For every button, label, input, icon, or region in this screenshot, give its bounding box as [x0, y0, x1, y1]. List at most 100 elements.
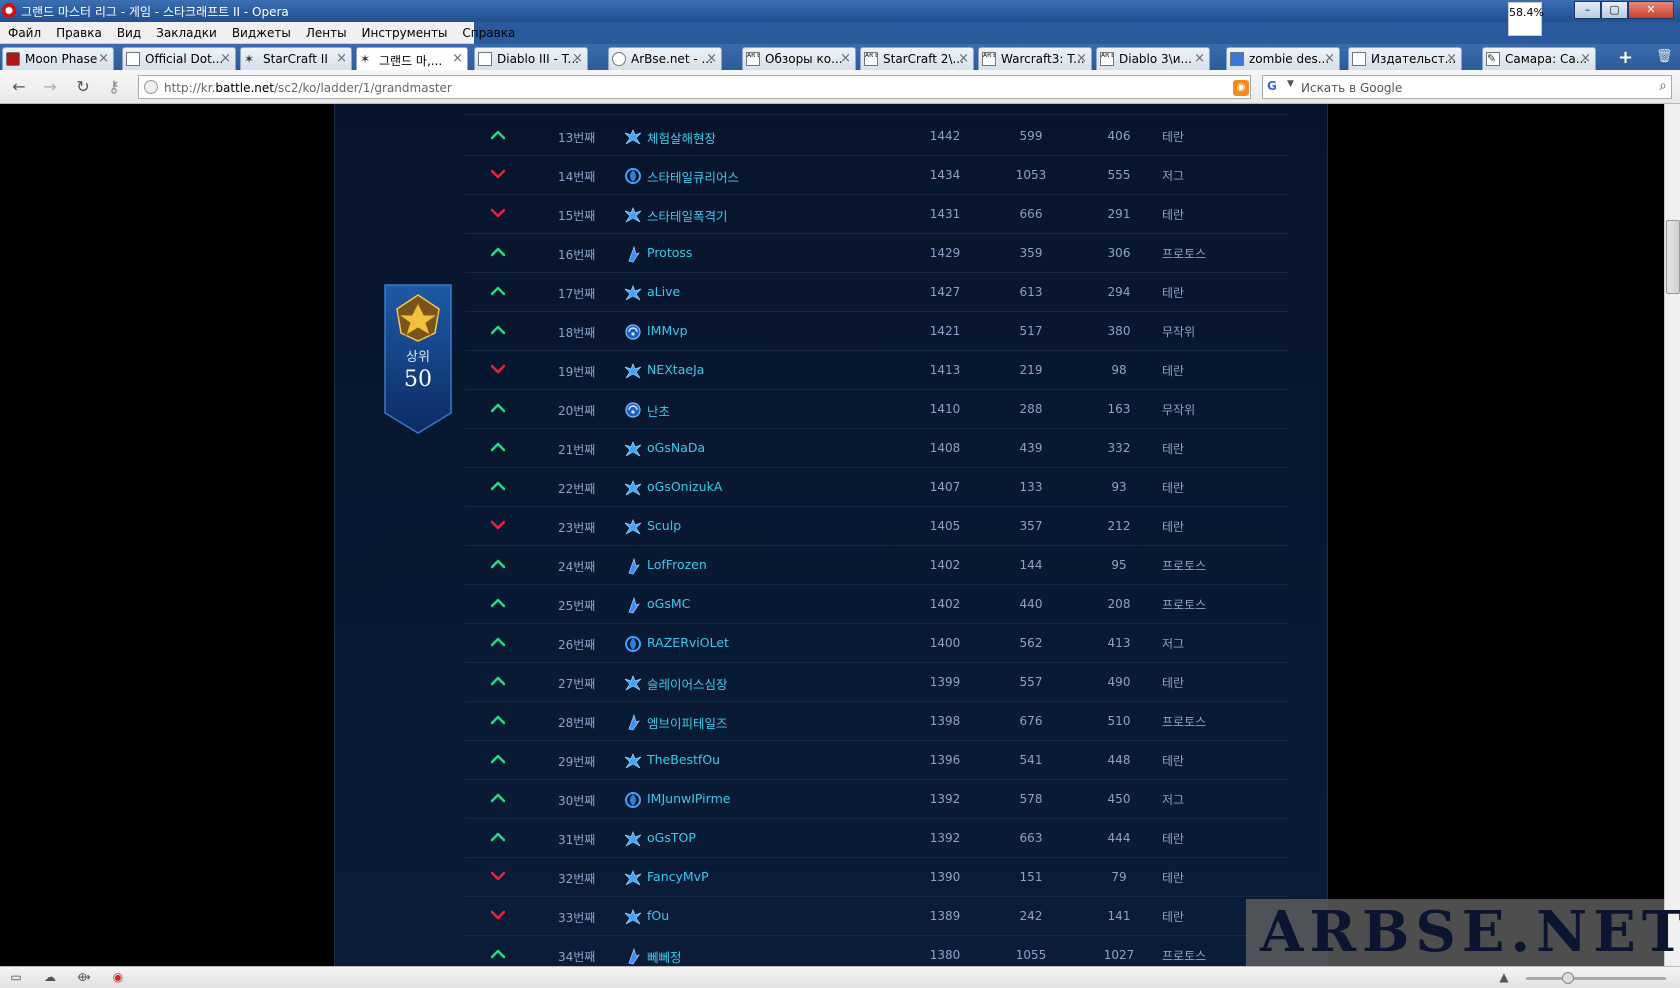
- zoom-slider-track[interactable]: [1526, 977, 1666, 980]
- tab-close-icon[interactable]: ×: [572, 51, 583, 66]
- search-field[interactable]: G ▼ Искать в Google ⌕: [1262, 75, 1672, 99]
- player-name-link[interactable]: 스타테일폭격기: [647, 206, 728, 225]
- player-name-link[interactable]: 뻬뻬정: [647, 947, 682, 966]
- menu-item-file[interactable]: Файл: [0, 22, 48, 43]
- key-icon[interactable]: ⚷: [104, 77, 124, 97]
- player-name-link[interactable]: RAZERviOLet: [647, 635, 729, 650]
- tab-close-icon[interactable]: ×: [1580, 51, 1591, 66]
- rank-cell: 13번째: [558, 131, 596, 145]
- menu-item-feeds[interactable]: Ленты: [298, 22, 354, 43]
- minimize-button[interactable]: –: [1574, 1, 1601, 19]
- player-name-link[interactable]: oGsMC: [647, 596, 690, 611]
- share-icon[interactable]: ⟴: [76, 970, 92, 986]
- player-name-link[interactable]: oGsTOP: [647, 830, 696, 845]
- maximize-button[interactable]: ▢: [1601, 1, 1628, 19]
- tab-izdatelstvo[interactable]: Издательст... ×: [1348, 47, 1462, 70]
- menu-item-tools[interactable]: Инструменты: [354, 22, 455, 43]
- tab-close-icon[interactable]: ×: [98, 51, 109, 66]
- menu-item-edit[interactable]: Правка: [48, 22, 109, 43]
- tab-moon-phase[interactable]: Moon Phase ×: [2, 47, 114, 70]
- player-name-link[interactable]: fOu: [647, 908, 669, 923]
- player-name-link[interactable]: 슬레이어스심장: [647, 674, 728, 693]
- trash-icon[interactable]: 🗑: [1656, 49, 1673, 64]
- wins-cell: 219: [1019, 363, 1043, 377]
- menu-item-help[interactable]: Справка: [454, 22, 522, 43]
- search-magnifier-icon[interactable]: ⌕: [1659, 78, 1667, 94]
- points-cell: 1398: [929, 714, 961, 728]
- tab-close-icon[interactable]: ×: [1076, 51, 1087, 66]
- player-name-link[interactable]: IMJunwIPirme: [647, 791, 730, 806]
- ladder-row: 32번째 FancyMvP 1390 151 79 테란: [465, 858, 1288, 897]
- google-icon[interactable]: G: [1267, 79, 1283, 95]
- tab-starcraft-2-arbse[interactable]: AR BSE StarCraft 2\... ×: [860, 47, 974, 70]
- menu-item-bookmarks[interactable]: Закладки: [148, 22, 224, 43]
- points-cell: 1392: [929, 792, 961, 806]
- tab-grandmaster-active[interactable]: ✶ 그랜드 마,... ×: [356, 47, 468, 70]
- player-name-link[interactable]: oGsNaDa: [647, 440, 705, 455]
- reload-icon[interactable]: ↻: [73, 77, 93, 97]
- forward-arrow-icon[interactable]: →: [40, 77, 60, 97]
- losses-cell: 98: [1111, 363, 1127, 377]
- turbo-icon[interactable]: ◉: [110, 970, 126, 986]
- tab-official-dot[interactable]: Official Dot... ×: [122, 47, 236, 70]
- zoom-slider-knob[interactable]: [1562, 972, 1574, 984]
- player-name-link[interactable]: IMMvp: [647, 323, 688, 338]
- tab-diablo-3-arbse[interactable]: AR BSE Diablo 3\и... ×: [1096, 47, 1210, 70]
- wins-cell: 151: [1019, 870, 1043, 884]
- tab-obzory[interactable]: AR BSE Обзоры ко... ×: [742, 47, 856, 70]
- terran-race-icon: [624, 129, 642, 145]
- zerg-race-icon: [625, 636, 641, 652]
- tab-close-icon[interactable]: ×: [1194, 51, 1205, 66]
- player-name-link[interactable]: TheBestfOu: [647, 752, 720, 767]
- player-name-link[interactable]: 엠브이피테일즈: [647, 713, 728, 732]
- search-engine-dropdown-icon[interactable]: ▼: [1287, 79, 1294, 89]
- close-window-button[interactable]: ✕: [1628, 1, 1674, 19]
- tab-close-icon[interactable]: ×: [452, 51, 463, 66]
- tab-close-icon[interactable]: ×: [1446, 51, 1457, 66]
- cloud-icon[interactable]: ☁: [42, 970, 58, 986]
- address-field[interactable]: http://kr.battle.net/sc2/ko/ladder/1/gra…: [138, 75, 1251, 99]
- losses-cell: 555: [1107, 168, 1131, 182]
- tab-zombie[interactable]: zombie des... ×: [1226, 47, 1340, 70]
- player-name-link[interactable]: oGsOnizukA: [647, 479, 722, 494]
- zoom-menu-icon[interactable]: ▲: [1496, 970, 1512, 986]
- starcraft-favicon-icon: ✶: [244, 52, 255, 66]
- player-name-link[interactable]: aLive: [647, 284, 680, 299]
- tab-close-icon[interactable]: ×: [958, 51, 969, 66]
- site-info-icon[interactable]: [144, 80, 158, 94]
- scrollbar-thumb[interactable]: [1666, 220, 1680, 294]
- back-arrow-icon[interactable]: ←: [9, 77, 29, 97]
- tab-diablo-3[interactable]: Diablo III - T... ×: [474, 47, 588, 70]
- menu-item-widgets[interactable]: Виджеты: [224, 22, 298, 43]
- tab-close-icon[interactable]: ×: [706, 51, 717, 66]
- tab-samara[interactable]: ✎ Самара: Са... ×: [1482, 47, 1596, 70]
- tab-close-icon[interactable]: ×: [840, 51, 851, 66]
- zombie-favicon-icon: [1230, 52, 1244, 66]
- player-name-link[interactable]: Protoss: [647, 245, 692, 260]
- rank-cell: 23번째: [558, 521, 596, 535]
- trend-down-arrow-icon: [491, 910, 505, 920]
- player-name-link[interactable]: Sculp: [647, 518, 681, 533]
- tab-arbse-net[interactable]: ArBse.net - ... ×: [608, 47, 722, 70]
- new-tab-plus-icon[interactable]: +: [1618, 47, 1633, 68]
- player-name-link[interactable]: 스타테일큐리어스: [647, 167, 739, 186]
- wins-cell: 144: [1019, 558, 1043, 572]
- menu-item-view[interactable]: Вид: [109, 22, 148, 43]
- player-name-link[interactable]: LofFrozen: [647, 557, 707, 572]
- player-name-link[interactable]: 체험살해현장: [647, 128, 716, 147]
- tab-close-icon[interactable]: ×: [220, 51, 231, 66]
- rss-feed-icon[interactable]: ◉: [1233, 80, 1249, 96]
- player-name-link[interactable]: 난초: [647, 401, 670, 420]
- trend-up-arrow-icon: [491, 481, 505, 491]
- player-name-link[interactable]: FancyMvP: [647, 869, 709, 884]
- tab-label: Diablo 3\и...: [1119, 52, 1192, 66]
- opera-logo-icon[interactable]: [2, 3, 16, 18]
- vertical-scrollbar[interactable]: [1664, 104, 1680, 966]
- tab-starcraft-2[interactable]: ✶ StarCraft II ×: [240, 47, 352, 70]
- tab-close-icon[interactable]: ×: [1324, 51, 1335, 66]
- player-name-link[interactable]: NEXtaeJa: [647, 362, 704, 377]
- losses-cell: 444: [1107, 831, 1131, 845]
- tab-warcraft-3[interactable]: AR BSE Warcraft3: T... ×: [978, 47, 1092, 70]
- tab-close-icon[interactable]: ×: [336, 51, 347, 66]
- panel-toggle-icon[interactable]: ▭: [8, 970, 24, 986]
